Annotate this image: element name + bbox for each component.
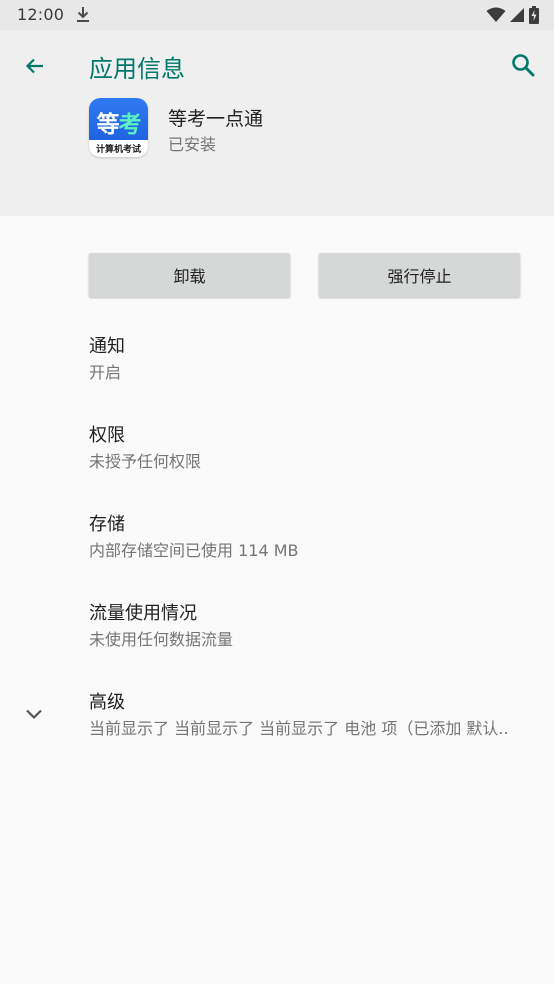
back-arrow-icon: [25, 58, 43, 74]
status-time: 12:00: [17, 5, 65, 24]
app-icon-char-2: 考: [118, 112, 142, 138]
settings-item-title: 权限: [89, 425, 125, 446]
app-name: 等考一点通: [168, 108, 264, 130]
wifi-icon: [486, 7, 506, 22]
settings-item-advanced[interactable]: 高级 当前显示了 当前显示了 当前显示了 电池 项（已添加 默认..: [0, 688, 554, 777]
signal-icon: [510, 8, 524, 22]
app-icon-title: 等考: [89, 105, 148, 139]
battery-icon: [529, 6, 539, 24]
settings-item-title: 通知: [89, 336, 125, 357]
page-title: 应用信息: [89, 55, 185, 83]
back-button[interactable]: [20, 51, 50, 81]
status-bar: 12:00: [0, 0, 554, 30]
app-icon-char-1: 等: [96, 112, 120, 138]
settings-item-title: 高级: [89, 692, 125, 713]
settings-item-summary: 未授予任何权限: [89, 452, 202, 471]
settings-item-permissions[interactable]: 权限 未授予任何权限: [0, 421, 554, 510]
app-header: 应用信息: [0, 30, 554, 216]
app-icon-caption: 计算机考试: [95, 145, 141, 155]
app-icon: 等考 计算机考试: [89, 98, 148, 157]
settings-item-summary: 内部存储空间已使用 114 MB: [89, 541, 299, 560]
settings-item-notifications[interactable]: 通知 开启: [0, 332, 554, 421]
search-icon: [512, 54, 535, 77]
app-install-status: 已安装: [168, 135, 217, 154]
settings-item-summary: 开启: [89, 363, 122, 382]
settings-item-data-usage[interactable]: 流量使用情况 未使用任何数据流量: [0, 599, 554, 688]
settings-item-summary: 当前显示了 当前显示了 当前显示了 电池 项（已添加 默认..: [89, 719, 509, 738]
chevron-down-icon: [26, 709, 42, 720]
download-icon: [77, 7, 89, 22]
settings-item-title: 流量使用情况: [89, 603, 197, 624]
status-icons: [486, 6, 540, 24]
uninstall-button[interactable]: 卸载: [89, 253, 290, 297]
force-stop-button[interactable]: 强行停止: [319, 253, 520, 297]
search-button[interactable]: [508, 50, 538, 80]
settings-item-storage[interactable]: 存储 内部存储空间已使用 114 MB: [0, 510, 554, 599]
settings-item-summary: 未使用任何数据流量: [89, 630, 234, 649]
settings-item-title: 存储: [89, 514, 125, 535]
